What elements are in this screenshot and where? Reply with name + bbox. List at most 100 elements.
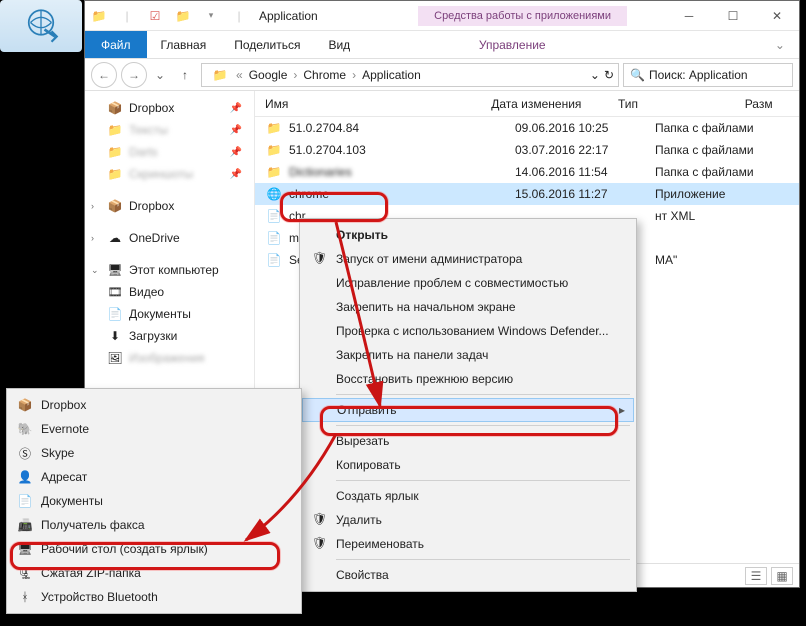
pin-icon: 📌 [230,147,242,158]
context-menu-item[interactable]: Копировать [302,453,634,477]
context-menu-item[interactable]: Вырезать [302,429,634,453]
sidebar-item[interactable]: ⌄🖥Этот компьютер [85,259,254,281]
breadcrumb[interactable]: 📁 « Google › Chrome › Application ⌄ ↻ [201,63,619,87]
taskbar-app-icon[interactable] [0,0,82,52]
submenu-item[interactable]: ⓈSkype [9,441,299,465]
search-placeholder: Поиск: Application [649,68,748,82]
context-menu: Открыть🛡Запуск от имени администратора Ис… [299,218,637,592]
chevron-right-icon: › [291,68,299,82]
context-menu-item[interactable]: Закрепить на панели задач [302,343,634,367]
search-input[interactable]: 🔍 Поиск: Application [623,63,793,87]
file-row[interactable]: 📁51.0.2704.8409.06.2016 10:25Папка с фай… [255,117,799,139]
window-title: Application [253,9,418,23]
ribbon-tab-view[interactable]: Вид [314,31,364,58]
submenu-item[interactable]: 🐘Evernote [9,417,299,441]
col-size[interactable]: Разм [745,97,799,111]
expand-icon[interactable]: › [91,201,94,211]
file-tab[interactable]: Файл [85,31,147,58]
sidebar-item[interactable]: 🎞Видео [85,281,254,303]
check-icon[interactable]: ☑ [147,8,163,24]
context-menu-item[interactable]: 🛡Запуск от имени администратора [302,247,634,271]
details-view-button[interactable]: ☰ [745,567,767,585]
evernote-icon: 🐘 [17,421,33,437]
folder-icon: 📁 [265,142,283,158]
file-name: 51.0.2704.84 [289,121,515,135]
submenu-label: Документы [41,494,103,508]
sidebar-label: Документы [129,307,191,321]
file-icon: 📄 [265,252,283,268]
sidebar-item[interactable]: ›☁OneDrive [85,227,254,249]
sidebar-item[interactable]: 📁Тексты📌 [85,119,254,141]
breadcrumb-seg[interactable]: Google [245,68,292,82]
file-row[interactable]: 📁51.0.2704.10303.07.2016 22:17Папка с фа… [255,139,799,161]
file-date: 15.06.2016 11:27 [515,187,655,201]
file-row[interactable]: 🌐chrome15.06.2016 11:27Приложение [255,183,799,205]
doc-icon: 📄 [107,306,123,322]
col-date[interactable]: Дата изменения [491,97,618,111]
ribbon-tab-share[interactable]: Поделиться [220,31,314,58]
submenu-item[interactable]: 📄 Документы [9,489,299,513]
context-menu-item[interactable]: Закрепить на начальном экране [302,295,634,319]
sidebar-label: Видео [129,285,164,299]
breadcrumb-seg[interactable]: Chrome [299,68,350,82]
icons-view-button[interactable]: ▦ [771,567,793,585]
chevron-right-icon: › [350,68,358,82]
context-menu-item[interactable]: 🛡Удалить [302,508,634,532]
submenu-item[interactable]: 👤Адресат [9,465,299,489]
col-name[interactable]: Имя [265,97,491,111]
sidebar-item[interactable]: 📦Dropbox📌 [85,97,254,119]
doc-icon: 📄 [17,493,33,509]
up-button[interactable]: ↑ [173,63,197,87]
sidebar-item[interactable]: ⬇Загрузки [85,325,254,347]
skype-icon: Ⓢ [17,445,33,461]
sidebar-item[interactable]: ›📦Dropbox [85,195,254,217]
submenu-label: Dropbox [41,398,86,412]
breadcrumb-dropdown-icon[interactable]: ⌄ [590,68,600,82]
ribbon-tab-manage[interactable]: Управление [465,31,560,58]
ribbon-tab-home[interactable]: Главная [147,31,221,58]
context-menu-item[interactable]: Исправление проблем с совместимостью [302,271,634,295]
maximize-button[interactable]: ☐ [711,2,755,30]
expand-icon[interactable]: ⌄ [91,265,99,276]
context-menu-item[interactable]: Отправить▸ [302,398,634,422]
history-dropdown[interactable]: ⌄ [151,62,169,88]
context-menu-item[interactable]: Восстановить прежнюю версию [302,367,634,391]
context-menu-item[interactable]: 🛡Переименовать [302,532,634,556]
breadcrumb-seg[interactable]: Application [358,68,425,82]
refresh-icon[interactable]: ↻ [604,68,614,82]
menu-label: Удалить [336,513,382,527]
context-menu-item[interactable]: Проверка с использованием Windows Defend… [302,319,634,343]
context-menu-item[interactable]: Создать ярлык [302,484,634,508]
context-menu-item[interactable]: Открыть [302,223,634,247]
submenu-item[interactable]: 🖥Рабочий стол (создать ярлык) [9,537,299,561]
submenu-item[interactable]: 📠Получатель факса [9,513,299,537]
file-type: Папка с файлами [655,121,795,135]
context-menu-item[interactable]: Свойства [302,563,634,587]
submenu-item[interactable]: 🗜Сжатая ZIP-папка [9,561,299,585]
ribbon-expand-icon[interactable]: ⌄ [761,31,799,58]
qat-dropdown-icon[interactable]: ▾ [203,8,219,24]
sidebar-item[interactable]: 🖼Изображения [85,347,254,369]
expand-icon[interactable]: › [91,233,94,243]
col-type[interactable]: Тип [618,97,745,111]
folder-icon: 📁 [107,166,123,182]
sidebar-label: Изображения [129,351,204,365]
divider-icon: | [231,8,247,24]
file-icon: 📄 [265,230,283,246]
sidebar-item[interactable]: 📄 Документы [85,303,254,325]
back-button[interactable]: ← [91,62,117,88]
sidebar-item[interactable]: 📁Darts📌 [85,141,254,163]
sidebar-label: Dropbox [129,101,174,115]
close-button[interactable]: ✕ [755,2,799,30]
menu-label: Переименовать [336,537,424,551]
forward-button[interactable]: → [121,62,147,88]
menu-label: Восстановить прежнюю версию [336,372,513,386]
minimize-button[interactable]: ─ [667,2,711,30]
file-type: MA" [655,253,795,267]
file-row[interactable]: 📁Dictionaries14.06.2016 11:54Папка с фай… [255,161,799,183]
submenu-item[interactable]: ᚼУстройство Bluetooth [9,585,299,609]
menu-label: Исправление проблем с совместимостью [336,276,568,290]
sidebar-item[interactable]: 📁Скриншоты📌 [85,163,254,185]
file-date: 03.07.2016 22:17 [515,143,655,157]
submenu-item[interactable]: 📦Dropbox [9,393,299,417]
